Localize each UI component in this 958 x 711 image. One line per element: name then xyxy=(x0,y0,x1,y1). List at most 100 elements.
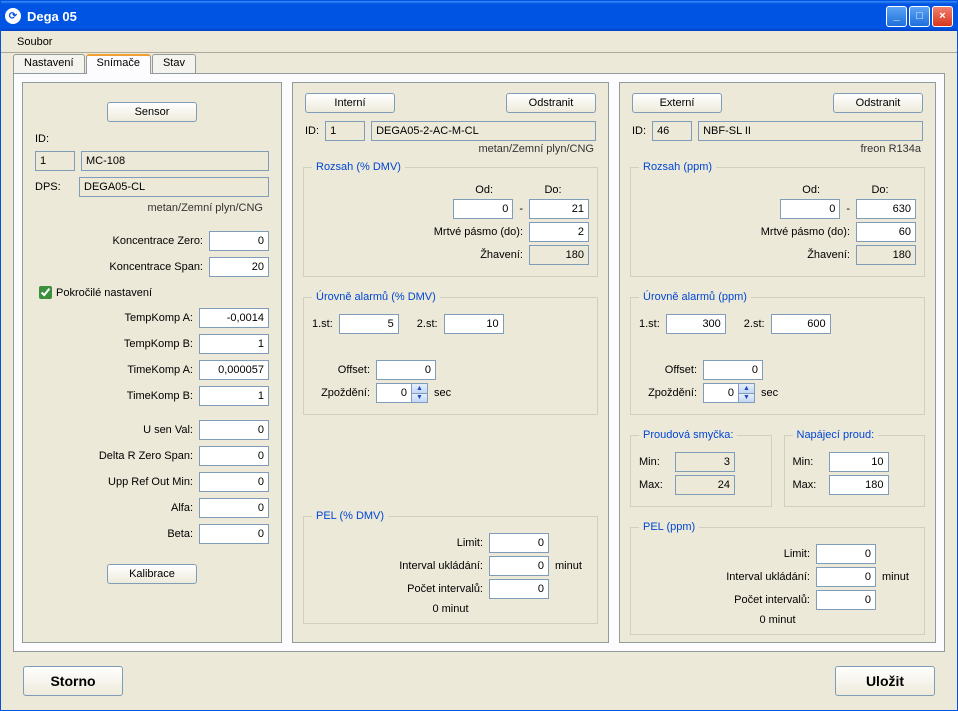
tempkomp-a-field[interactable] xyxy=(199,308,269,328)
right-od-label: Od: xyxy=(802,184,820,196)
advanced-checkbox-row[interactable]: Pokročilé nastavení xyxy=(39,286,269,299)
sensor-id-field[interactable] xyxy=(35,151,75,171)
minut-label: minut xyxy=(555,560,589,572)
close-button[interactable]: × xyxy=(932,6,953,27)
power-min-field[interactable] xyxy=(829,452,889,472)
mid-offset-field[interactable] xyxy=(376,360,436,380)
tempkomp-b-field[interactable] xyxy=(199,334,269,354)
loop-max-field[interactable] xyxy=(675,475,735,495)
mid-do-field[interactable] xyxy=(529,199,589,219)
konc-zero-field[interactable] xyxy=(209,231,269,251)
spinner-down-icon[interactable]: ▼ xyxy=(412,394,427,403)
loop-min-label: Min: xyxy=(639,456,669,468)
right-zpozdeni-label: Zpoždění: xyxy=(639,387,697,399)
mid-st2-label: 2.st: xyxy=(417,318,438,330)
mid-limit-label: Limit: xyxy=(312,537,483,549)
mid-zhaveni-label: Žhavení: xyxy=(312,249,523,261)
right-zpozdeni-field[interactable] xyxy=(703,383,739,403)
mid-zpozdeni-label: Zpoždění: xyxy=(312,387,370,399)
externi-button[interactable]: Externí xyxy=(632,93,722,113)
right-st2-label: 2.st: xyxy=(744,318,765,330)
loop-legend: Proudová smyčka: xyxy=(639,429,737,441)
spinner-down-icon[interactable]: ▼ xyxy=(739,394,754,403)
mid-zpozdeni-spinner[interactable]: ▲▼ xyxy=(376,383,428,403)
interni-button[interactable]: Interní xyxy=(305,93,395,113)
right-st1-field[interactable] xyxy=(666,314,726,334)
sensor-panel: Sensor ID: DPS: metan/Zemní plyn/CNG Kon… xyxy=(22,82,282,643)
timekomp-a-label: TimeKomp A: xyxy=(35,364,193,376)
spinner-up-icon[interactable]: ▲ xyxy=(739,384,754,394)
timekomp-a-field[interactable] xyxy=(199,360,269,380)
ulozit-button[interactable]: Uložit xyxy=(835,666,935,696)
konc-span-field[interactable] xyxy=(209,257,269,277)
mid-st1-field[interactable] xyxy=(339,314,399,334)
odstranit-interni-button[interactable]: Odstranit xyxy=(506,93,596,113)
loop-min-field[interactable] xyxy=(675,452,735,472)
tabs: Nastavení Snímače Stav xyxy=(13,53,953,73)
usenval-field[interactable] xyxy=(199,420,269,440)
sec-label: sec xyxy=(434,387,451,399)
tab-snimace[interactable]: Snímače xyxy=(86,54,151,74)
right-offset-field[interactable] xyxy=(703,360,763,380)
external-panel: Externí Odstranit ID: freon R134a Rozsah… xyxy=(619,82,936,643)
sensor-name-field[interactable] xyxy=(81,151,269,171)
mid-limit-field[interactable] xyxy=(489,533,549,553)
right-limit-field[interactable] xyxy=(816,544,876,564)
tab-stav[interactable]: Stav xyxy=(152,54,196,74)
right-do-field[interactable] xyxy=(856,199,916,219)
alfa-field[interactable] xyxy=(199,498,269,518)
mid-pel-group: PEL (% DMV) Limit: Interval ukládání:min… xyxy=(303,510,598,624)
right-id-field[interactable] xyxy=(652,121,692,141)
mid-zhaveni-field[interactable] xyxy=(529,245,589,265)
right-pocet-field[interactable] xyxy=(816,590,876,610)
mid-interval-label: Interval ukládání: xyxy=(312,560,483,572)
power-group: Napájecí proud: Min: Max: xyxy=(784,429,926,507)
mid-od-field[interactable] xyxy=(453,199,513,219)
advanced-checkbox[interactable] xyxy=(39,286,52,299)
right-st2-field[interactable] xyxy=(771,314,831,334)
power-max-label: Max: xyxy=(793,479,823,491)
kalibrace-button[interactable]: Kalibrace xyxy=(107,564,197,584)
right-interval-field[interactable] xyxy=(816,567,876,587)
timekomp-b-field[interactable] xyxy=(199,386,269,406)
sensor-gas-text: metan/Zemní plyn/CNG xyxy=(41,202,263,214)
mid-name-field[interactable] xyxy=(371,121,596,141)
right-od-field[interactable] xyxy=(780,199,840,219)
mid-pocet-label: Počet intervalů: xyxy=(312,583,483,595)
right-mrtve-field[interactable] xyxy=(856,222,916,242)
tab-nastaveni[interactable]: Nastavení xyxy=(13,54,85,74)
mid-zpozdeni-field[interactable] xyxy=(376,383,412,403)
maximize-button[interactable]: □ xyxy=(909,6,930,27)
mid-id-field[interactable] xyxy=(325,121,365,141)
minimize-button[interactable]: _ xyxy=(886,6,907,27)
right-name-field[interactable] xyxy=(698,121,923,141)
right-interval-label: Interval ukládání: xyxy=(639,571,810,583)
right-st1-label: 1.st: xyxy=(639,318,660,330)
dps-label: DPS: xyxy=(35,181,73,193)
deltar-field[interactable] xyxy=(199,446,269,466)
storno-button[interactable]: Storno xyxy=(23,666,123,696)
right-id-label: ID: xyxy=(632,125,646,137)
uppref-field[interactable] xyxy=(199,472,269,492)
power-max-field[interactable] xyxy=(829,475,889,495)
mid-pocet-field[interactable] xyxy=(489,579,549,599)
mid-id-label: ID: xyxy=(305,125,319,137)
right-rozsah-legend: Rozsah (ppm) xyxy=(639,161,716,173)
odstranit-externi-button[interactable]: Odstranit xyxy=(833,93,923,113)
menu-soubor[interactable]: Soubor xyxy=(9,34,60,50)
right-alarm-group: Úrovně alarmů (ppm) 1.st: 2.st: Offset: … xyxy=(630,291,925,415)
dps-field[interactable] xyxy=(79,177,269,197)
sensor-button[interactable]: Sensor xyxy=(107,102,197,122)
beta-field[interactable] xyxy=(199,524,269,544)
tempkomp-a-label: TempKomp A: xyxy=(35,312,193,324)
mid-mrtve-field[interactable] xyxy=(529,222,589,242)
uppref-label: Upp Ref Out Min: xyxy=(35,476,193,488)
titlebar[interactable]: ⟳ Dega 05 _ □ × xyxy=(1,1,957,31)
right-zpozdeni-spinner[interactable]: ▲▼ xyxy=(703,383,755,403)
main-window: ⟳ Dega 05 _ □ × Soubor Nastavení Snímače… xyxy=(0,0,958,711)
mid-st2-field[interactable] xyxy=(444,314,504,334)
right-zhaveni-field[interactable] xyxy=(856,245,916,265)
mid-interval-field[interactable] xyxy=(489,556,549,576)
right-offset-label: Offset: xyxy=(639,364,697,376)
spinner-up-icon[interactable]: ▲ xyxy=(412,384,427,394)
